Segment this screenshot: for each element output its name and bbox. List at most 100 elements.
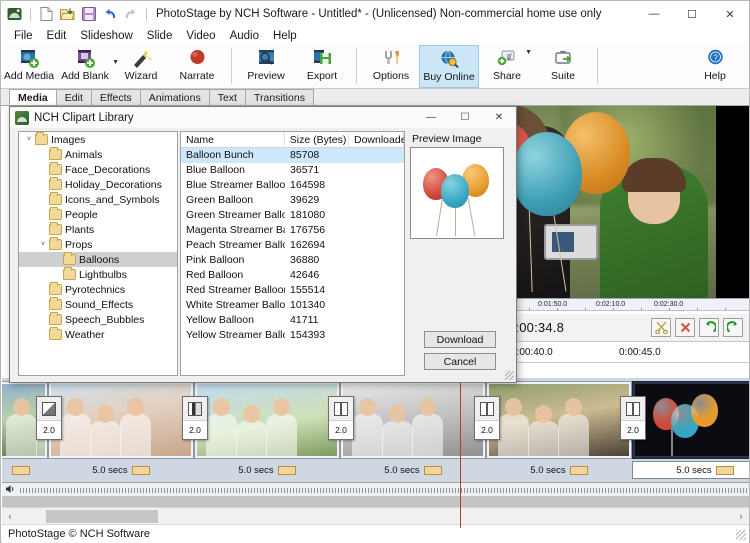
split-clip-button[interactable]: [651, 318, 671, 337]
toolbar-button-buy-online[interactable]: Buy Online: [419, 45, 479, 88]
toolbar-button-add-blank[interactable]: Add Blank ▼: [57, 45, 119, 88]
clip-thumbnail[interactable]: [340, 381, 486, 459]
clip-thumbnail[interactable]: [486, 381, 632, 459]
delete-clip-button[interactable]: [675, 318, 695, 337]
tab-effects[interactable]: Effects: [90, 89, 141, 105]
tree-node-plants[interactable]: Plants: [19, 222, 177, 237]
column-header-downloaded[interactable]: Downloaded: [349, 132, 404, 147]
clip-duration[interactable]: 5.0 secs: [676, 465, 711, 476]
timeline-track[interactable]: 2.0 5.0 secs 2.0 5.0 secs 2.0 5.0 secs 2.0 5.0 …: [2, 378, 749, 482]
tree-node-weather[interactable]: Weather: [19, 327, 177, 342]
column-header-size[interactable]: Size (Bytes): [285, 132, 349, 147]
menu-item-audio[interactable]: Audio: [223, 28, 266, 44]
toolbar-button-help[interactable]: ? Help: [687, 45, 743, 88]
list-item[interactable]: Peach Streamer Balloon 162694: [181, 238, 404, 253]
new-project-icon[interactable]: [38, 6, 55, 23]
toolbar-button-wizard[interactable]: Wizard: [113, 45, 169, 88]
list-item[interactable]: Magenta Streamer Balloon 176756: [181, 223, 404, 238]
tab-animations[interactable]: Animations: [139, 89, 210, 105]
cancel-button[interactable]: Cancel: [424, 353, 496, 370]
tab-text[interactable]: Text: [208, 89, 246, 105]
clip-effect-chip[interactable]: [12, 465, 30, 475]
download-button[interactable]: Download: [424, 331, 496, 348]
list-item[interactable]: Balloon Bunch 85708: [181, 148, 404, 163]
horizontal-scrollbar[interactable]: ‹ ›: [2, 507, 749, 524]
scroll-left-arrow[interactable]: ‹: [2, 508, 18, 525]
tree-node-props[interactable]: ˅ Props: [19, 237, 177, 252]
list-item[interactable]: Green Balloon 39629: [181, 193, 404, 208]
open-project-icon[interactable]: [59, 6, 76, 23]
speaker-icon[interactable]: [5, 484, 16, 496]
tree-node-images[interactable]: ˅ Images: [19, 132, 177, 147]
transition-marker[interactable]: 2.0: [620, 396, 646, 440]
dialog-close-button[interactable]: ✕: [482, 107, 516, 128]
menu-item-file[interactable]: File: [7, 28, 40, 44]
tree-node-lightbulbs[interactable]: Lightbulbs: [19, 267, 177, 282]
clip-duration[interactable]: 5.0 secs: [530, 465, 565, 476]
category-tree[interactable]: ˅ Images Animals Face_Decorations Holiday_De…: [18, 131, 178, 376]
menu-item-edit[interactable]: Edit: [40, 28, 74, 44]
clip-thumbnail[interactable]: [194, 381, 340, 459]
list-item[interactable]: Blue Streamer Balloon 164598: [181, 178, 404, 193]
menu-item-video[interactable]: Video: [179, 28, 222, 44]
toolbar-button-narrate[interactable]: Narrate: [169, 45, 225, 88]
tab-edit[interactable]: Edit: [55, 89, 92, 105]
tree-node-icons_and_symbols[interactable]: Icons_and_Symbols: [19, 192, 177, 207]
list-item[interactable]: Red Balloon 42646: [181, 268, 404, 283]
scroll-right-arrow[interactable]: ›: [733, 508, 749, 525]
timeline-clip[interactable]: 5.0 secs: [632, 378, 749, 482]
list-item[interactable]: Yellow Balloon 41711: [181, 313, 404, 328]
dialog-minimize-button[interactable]: —: [414, 107, 448, 128]
save-project-icon[interactable]: [80, 6, 97, 23]
dialog-maximize-button[interactable]: ☐: [448, 107, 482, 128]
timeline-clip[interactable]: 5.0 secs: [48, 378, 194, 482]
timeline-clip[interactable]: 5.0 secs: [340, 378, 486, 482]
toolbar-button-export[interactable]: Export: [294, 45, 350, 88]
transition-marker[interactable]: 2.0: [182, 396, 208, 440]
undo-icon[interactable]: [101, 6, 118, 23]
clip-duration[interactable]: 5.0 secs: [92, 465, 127, 476]
minimize-button[interactable]: —: [635, 1, 673, 27]
chevron-down-icon[interactable]: ˅: [23, 136, 35, 143]
transition-marker[interactable]: 2.0: [474, 396, 500, 440]
tree-node-pyrotechnics[interactable]: Pyrotechnics: [19, 282, 177, 297]
transition-marker[interactable]: 2.0: [36, 396, 62, 440]
list-item[interactable]: Red Streamer Balloon 155514: [181, 283, 404, 298]
chevron-down-icon[interactable]: ▼: [525, 49, 532, 56]
tree-node-face_decorations[interactable]: Face_Decorations: [19, 162, 177, 177]
tree-node-animals[interactable]: Animals: [19, 147, 177, 162]
tree-node-balloons[interactable]: Balloons: [19, 252, 177, 267]
resize-grip[interactable]: [736, 530, 746, 540]
dialog-resize-grip[interactable]: [505, 371, 514, 380]
playhead[interactable]: [460, 378, 461, 528]
clip-duration[interactable]: 5.0 secs: [384, 465, 419, 476]
rotate-left-button[interactable]: [699, 318, 719, 337]
toolbar-button-options[interactable]: Options: [363, 45, 419, 88]
column-header-name[interactable]: Name: [181, 132, 285, 147]
clip-effect-chip[interactable]: [131, 465, 150, 475]
tab-transitions[interactable]: Transitions: [244, 89, 314, 105]
list-item[interactable]: Yellow Streamer Balloon 154393: [181, 328, 404, 343]
toolbar-button-preview[interactable]: Preview: [238, 45, 294, 88]
clip-thumbnail[interactable]: [48, 381, 194, 459]
clip-effect-chip[interactable]: [715, 465, 734, 475]
scrollbar-thumb[interactable]: [46, 510, 158, 523]
list-item[interactable]: Pink Balloon 36880: [181, 253, 404, 268]
clipart-list[interactable]: NameSize (Bytes)Downloaded Balloon Bunch…: [180, 131, 405, 376]
toolbar-button-suite[interactable]: Suite: [535, 45, 591, 88]
tree-node-holiday_decorations[interactable]: Holiday_Decorations: [19, 177, 177, 192]
toolbar-button-add-media[interactable]: Add Media: [1, 45, 57, 88]
clip-thumbnail[interactable]: [632, 381, 749, 459]
maximize-button[interactable]: ☐: [673, 1, 711, 27]
list-item[interactable]: Blue Balloon 36571: [181, 163, 404, 178]
timeline-clip[interactable]: 5.0 secs: [486, 378, 632, 482]
clip-effect-chip[interactable]: [277, 465, 296, 475]
menu-item-slide[interactable]: Slide: [140, 28, 180, 44]
list-item[interactable]: White Streamer Balloon 101340: [181, 298, 404, 313]
rotate-right-button[interactable]: [723, 318, 743, 337]
clip-effect-chip[interactable]: [423, 465, 442, 475]
menu-item-slideshow[interactable]: Slideshow: [73, 28, 139, 44]
clip-duration[interactable]: 5.0 secs: [238, 465, 273, 476]
audio-track[interactable]: [2, 482, 749, 496]
clip-effect-chip[interactable]: [569, 465, 588, 475]
